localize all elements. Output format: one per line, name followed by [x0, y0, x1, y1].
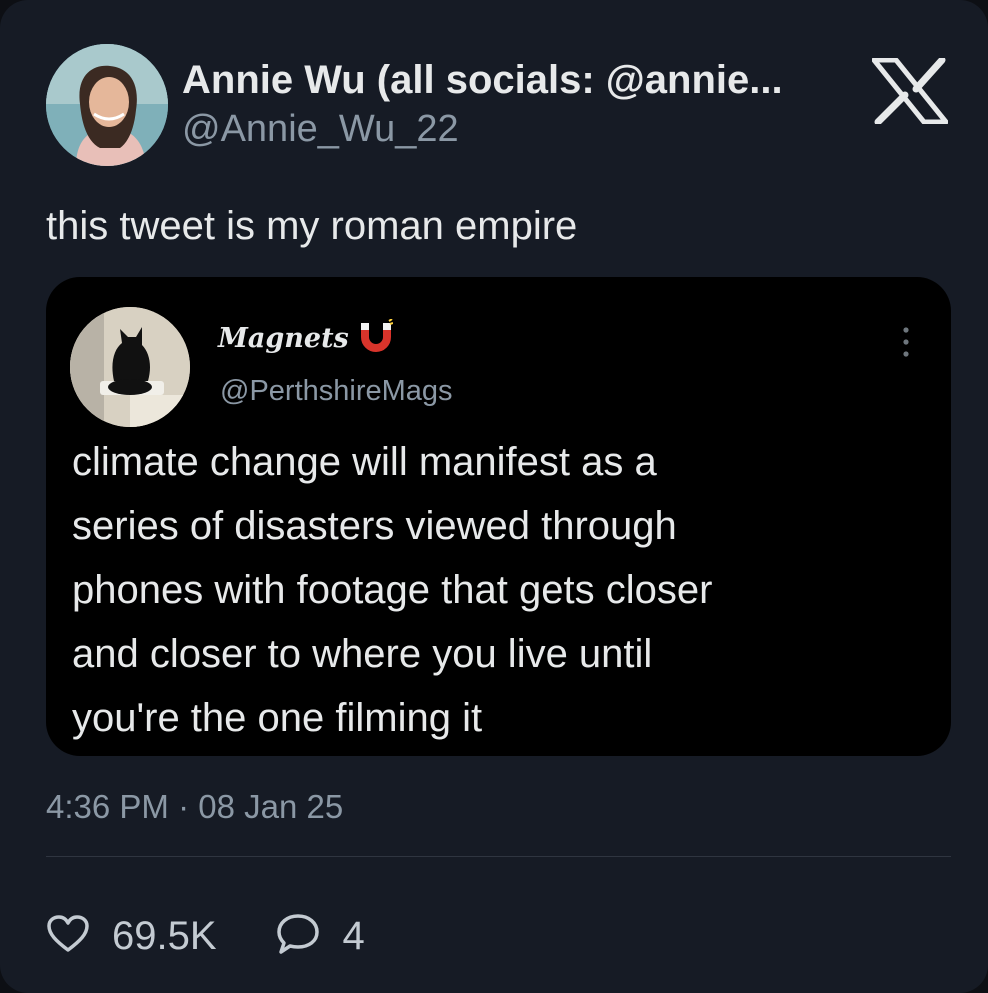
divider: [46, 856, 951, 857]
like-button[interactable]: 69.5K: [46, 914, 217, 959]
tweet-text: this tweet is my roman empire: [46, 204, 578, 248]
quoted-author-name-row: Magnets: [218, 318, 394, 358]
quoted-tweet-line: series of disasters viewed through: [72, 504, 677, 548]
x-logo-icon: [871, 56, 949, 126]
reply-count: 4: [342, 913, 365, 958]
magnet-icon: [359, 318, 394, 358]
tweet-actions: 69.5K 4: [46, 904, 423, 968]
quoted-author-display-name[interactable]: Magnets: [218, 323, 349, 354]
heart-icon: [46, 914, 90, 959]
quoted-tweet-line: climate change will manifest as a: [72, 440, 657, 484]
quoted-tweet-line: you're the one filming it: [72, 696, 483, 740]
like-count: 69.5K: [112, 913, 217, 958]
quoted-tweet-line: and closer to where you live until: [72, 632, 653, 676]
tweet-card: Annie Wu (all socials: @annie... @Annie_…: [0, 0, 988, 993]
author-handle[interactable]: @Annie_Wu_22: [182, 108, 459, 151]
tweet-timestamp[interactable]: 4:36 PM · 08 Jan 25: [46, 788, 343, 826]
reply-button[interactable]: 4: [275, 912, 365, 961]
quoted-author-handle[interactable]: @PerthshireMags: [220, 375, 453, 408]
author-avatar[interactable]: [46, 44, 168, 166]
more-options-icon[interactable]: [896, 325, 916, 359]
quoted-author-avatar[interactable]: [70, 307, 190, 427]
comment-icon: [275, 912, 321, 961]
quoted-tweet-line: phones with footage that gets closer: [72, 568, 713, 612]
quoted-tweet-text: climate change will manifest as a series…: [72, 430, 932, 750]
author-display-name[interactable]: Annie Wu (all socials: @annie...: [182, 58, 783, 103]
quoted-tweet[interactable]: Magnets @PerthshireMags climate change w…: [46, 277, 951, 756]
